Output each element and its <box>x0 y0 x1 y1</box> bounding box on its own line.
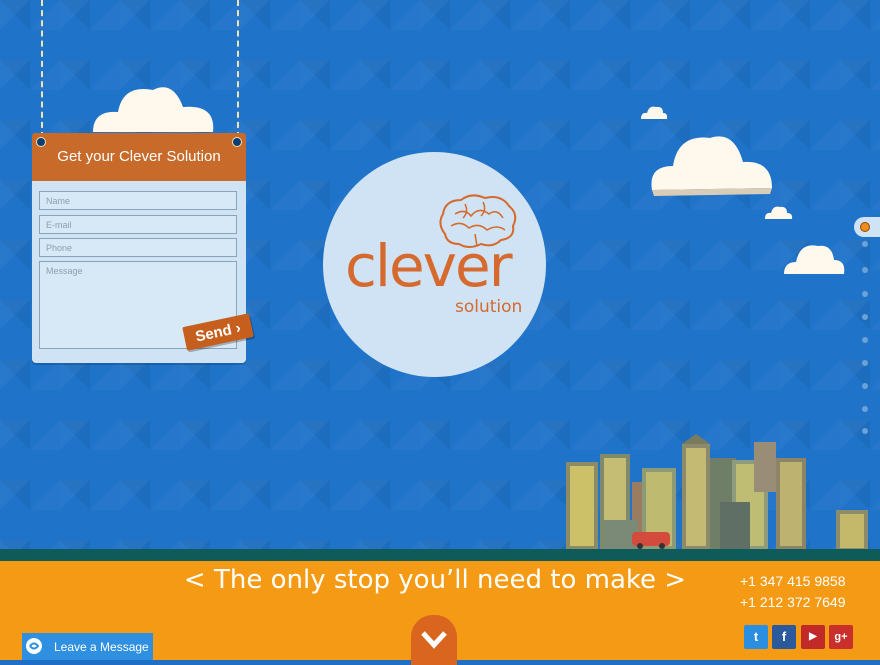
form-title: Get your Clever Solution <box>32 133 246 181</box>
rope-knot-icon <box>36 137 46 147</box>
nav-dot[interactable] <box>862 314 868 320</box>
logo: clever solution <box>323 152 546 377</box>
nav-dot[interactable] <box>862 337 868 343</box>
cloud-icon <box>765 206 793 219</box>
rope-left <box>41 0 43 138</box>
cloud-icon <box>93 87 214 132</box>
email-input[interactable] <box>39 215 237 234</box>
leave-message-button[interactable]: Leave a Message <box>22 633 153 660</box>
youtube-icon[interactable]: ▶ <box>801 625 825 649</box>
nav-dot[interactable] <box>862 406 868 412</box>
nav-dot[interactable] <box>862 360 868 366</box>
twitter-icon[interactable]: t <box>744 625 768 649</box>
leave-message-label: Leave a Message <box>54 640 149 654</box>
nav-dot[interactable] <box>862 267 868 273</box>
contact-form: Get your Clever Solution Send › <box>32 133 254 363</box>
nav-dot[interactable] <box>862 241 868 247</box>
chevron-right-icon: › <box>233 318 243 337</box>
ground-strip <box>0 549 880 561</box>
rope-knot-icon <box>232 137 242 147</box>
nav-dot[interactable] <box>862 383 868 389</box>
chat-icon <box>26 638 42 654</box>
rope-right <box>237 0 239 138</box>
phone-number-1: +1 347 415 9858 <box>740 573 846 589</box>
google-plus-icon[interactable]: g+ <box>829 625 853 649</box>
logo-wordmark: clever <box>345 232 513 300</box>
name-input[interactable] <box>39 191 237 210</box>
phone-number-2: +1 212 372 7649 <box>740 594 846 610</box>
logo-subtitle: solution <box>455 297 523 317</box>
cloud-icon <box>641 106 668 119</box>
active-dot-icon <box>860 222 870 232</box>
nav-item-active[interactable] <box>854 217 880 237</box>
cloud-icon <box>784 245 845 274</box>
phone-input[interactable] <box>39 238 237 257</box>
scroll-down-button[interactable] <box>411 615 457 665</box>
send-label: Send <box>193 320 234 346</box>
city-skyline-illustration <box>566 434 868 550</box>
facebook-icon[interactable]: f <box>772 625 796 649</box>
side-nav <box>852 214 880 444</box>
chevron-down-icon <box>421 631 447 649</box>
cloud-icon <box>651 136 772 196</box>
nav-dot[interactable] <box>862 291 868 297</box>
